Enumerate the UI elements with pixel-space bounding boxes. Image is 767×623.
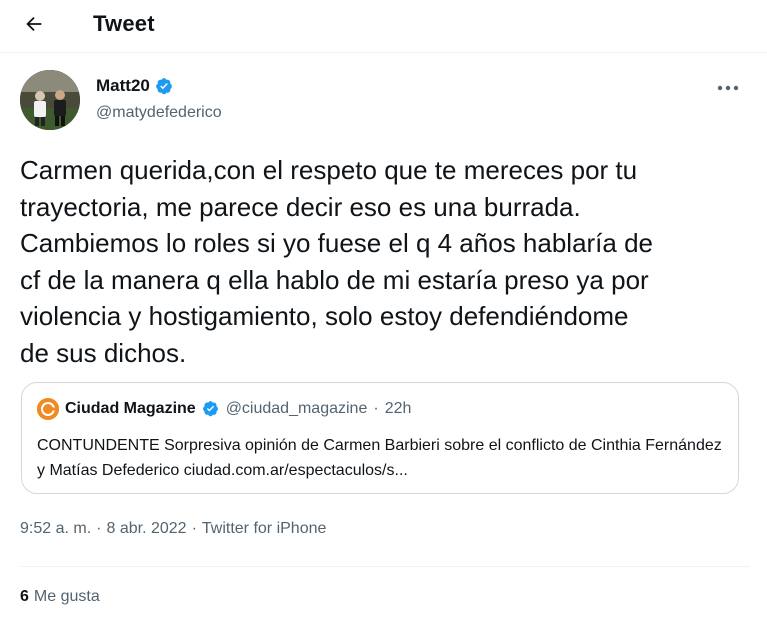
top-bar: Tweet xyxy=(0,0,767,53)
separator-dot: · xyxy=(373,400,379,417)
tweet-timestamp: 9:52 a. m. · 8 abr. 2022 · Twitter for i… xyxy=(20,520,326,538)
quoted-tweet-time: 22h xyxy=(384,400,412,417)
likes-label: Me gusta xyxy=(33,588,100,605)
quoted-tweet-card[interactable]: Ciudad Magazine @ciudad_magazine · 22h C… xyxy=(21,382,739,494)
author-name-row[interactable]: Matt20 xyxy=(96,76,173,96)
likes-link[interactable]: 6 Me gusta xyxy=(20,588,100,606)
quoted-author-handle: @ciudad_magazine xyxy=(225,400,368,417)
quoted-author-name: Ciudad Magazine xyxy=(65,400,196,417)
likes-count: 6 xyxy=(20,588,29,605)
quoted-author-avatar xyxy=(37,398,59,420)
more-options-icon[interactable] xyxy=(714,78,742,98)
author-handle[interactable]: @matydefederico xyxy=(96,104,222,122)
verified-badge-icon xyxy=(202,400,220,418)
tweet-time[interactable]: 9:52 a. m. xyxy=(20,520,91,538)
arrow-left-icon[interactable] xyxy=(20,10,48,38)
separator-dot: · xyxy=(191,520,197,537)
avatar[interactable] xyxy=(20,70,80,130)
page-title: Tweet xyxy=(93,11,155,36)
tweet-source[interactable]: Twitter for iPhone xyxy=(202,520,327,538)
divider xyxy=(20,566,750,567)
quoted-tweet-text: CONTUNDENTE Sorpresiva opinión de Carmen… xyxy=(37,437,722,479)
quoted-tweet-header: Ciudad Magazine @ciudad_magazine · 22h xyxy=(37,398,411,420)
separator-dot: · xyxy=(96,520,102,537)
tweet-date[interactable]: 8 abr. 2022 xyxy=(106,520,186,538)
author-name: Matt20 xyxy=(96,76,150,95)
tweet-text: Carmen querida,con el respeto que te mer… xyxy=(20,155,654,368)
verified-badge-icon xyxy=(155,77,173,95)
